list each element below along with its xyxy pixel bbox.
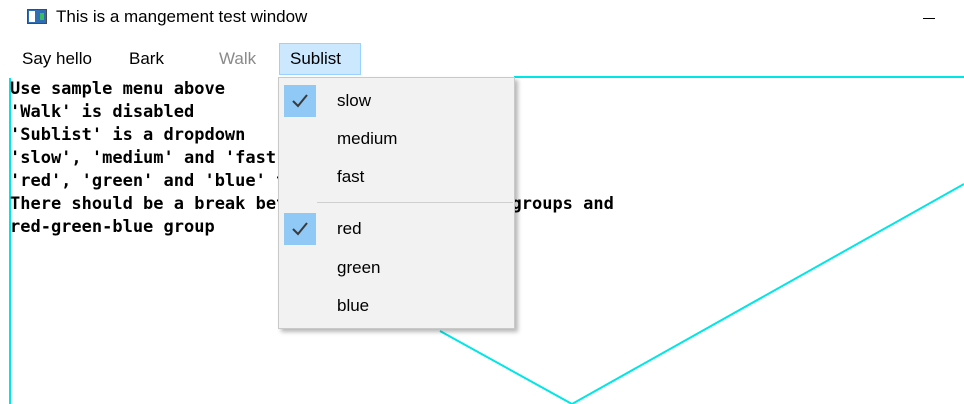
dropdown-item-slow[interactable]: slow — [279, 82, 514, 120]
dropdown-item-label: fast — [337, 167, 365, 186]
canvas-diagonal-right — [571, 183, 964, 404]
menu-sublist[interactable]: Sublist — [279, 43, 361, 75]
title-bar[interactable]: This is a mangement test window — [0, 0, 964, 36]
dropdown-item-red[interactable]: red — [279, 210, 514, 248]
info-line: 'red', 'green' and 'blue' too — [10, 171, 307, 191]
dropdown-item-fast[interactable]: fast — [279, 158, 514, 196]
menu-bark[interactable]: Bark — [122, 43, 172, 75]
app-window: This is a mangement test window Say hell… — [0, 0, 964, 404]
app-window-icon — [27, 9, 47, 24]
minimize-icon — [923, 18, 935, 19]
sublist-dropdown: slow medium fast red green blue — [278, 77, 515, 329]
dropdown-item-label: medium — [337, 129, 398, 148]
dropdown-item-green[interactable]: green — [279, 249, 514, 287]
checkmark-icon — [284, 85, 316, 117]
minimize-button[interactable] — [914, 2, 944, 32]
menu-say-hello[interactable]: Say hello — [14, 43, 106, 75]
menu-walk: Walk — [219, 49, 257, 68]
dropdown-item-medium[interactable]: medium — [279, 120, 514, 158]
dropdown-item-label: red — [337, 219, 362, 238]
window-title: This is a mangement test window — [56, 7, 308, 26]
dropdown-separator — [317, 202, 513, 203]
info-line: 'Sublist' is a dropdown — [10, 125, 246, 145]
dropdown-item-blue[interactable]: blue — [279, 287, 514, 325]
dropdown-item-label: green — [337, 258, 381, 277]
dropdown-item-label: blue — [337, 296, 370, 315]
checkmark-icon — [284, 213, 316, 245]
info-line: 'Walk' is disabled — [10, 102, 195, 122]
info-line: red-green-blue group — [10, 217, 215, 237]
menu-bar: Say hello Bark Walk Sublist — [0, 43, 964, 76]
canvas-diagonal-left — [439, 330, 573, 404]
info-line: Use sample menu above — [10, 79, 225, 99]
dropdown-item-label: slow — [337, 91, 372, 110]
